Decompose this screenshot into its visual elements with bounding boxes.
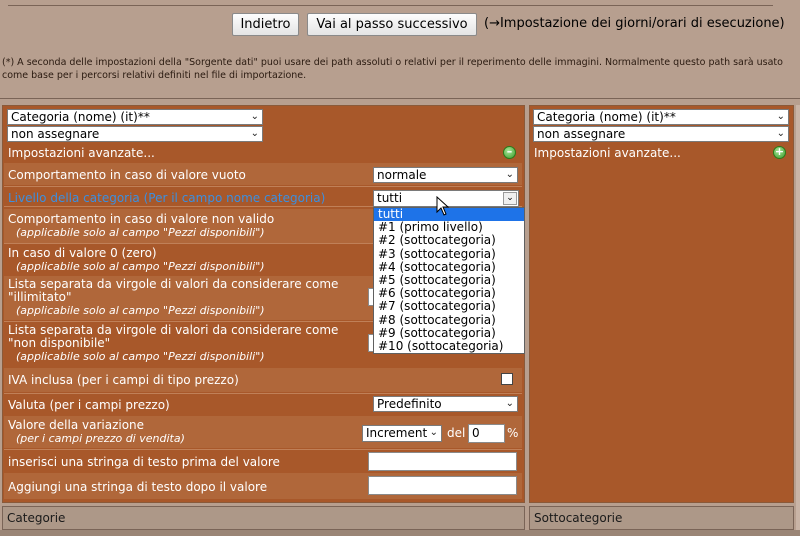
variation-unit-label: % — [507, 426, 519, 440]
mouse-cursor-icon — [436, 196, 450, 216]
prefix-input[interactable] — [368, 452, 517, 471]
row-divider — [4, 449, 522, 450]
unlimited-list-label: Lista separata da virgole di valori da c… — [8, 277, 339, 304]
next-step-description: (→Impostazione dei giorni/orari di esecu… — [484, 16, 785, 31]
collapse-icon[interactable]: – — [503, 146, 516, 159]
variation-of-label: del — [447, 426, 466, 440]
chevron-down-icon: ⌄ — [250, 128, 259, 139]
variation-amount-input[interactable]: 0 — [468, 424, 505, 443]
zero-value-sub: (applicabile solo al campo "Pezzi dispon… — [16, 260, 265, 273]
currency-select[interactable]: Predefinito ⌄ — [373, 396, 518, 412]
level-option[interactable]: #10 (sottocategoria) — [374, 339, 524, 353]
section-divider — [0, 98, 800, 99]
field-select[interactable]: Categoria (nome) (it)** ⌄ — [7, 109, 263, 125]
unlimited-list-sub: (applicabile solo al campo "Pezzi dispon… — [16, 304, 265, 317]
empty-value-select[interactable]: normale ⌄ — [373, 167, 518, 183]
suffix-label: Aggiungi una stringa di testo dopo il va… — [8, 480, 268, 494]
row-divider — [4, 186, 522, 187]
scroll-edge — [796, 105, 800, 536]
subcategory-mapping-panel — [529, 105, 794, 503]
zero-value-label: In caso di valore 0 (zero) — [8, 246, 157, 260]
right-advanced-settings-label[interactable]: Impostazioni avanzate... — [534, 146, 681, 160]
vat-checkbox[interactable] — [501, 373, 513, 385]
right-field-select[interactable]: Categoria (nome) (it)** ⌄ — [533, 109, 789, 125]
category-level-options: tutti #1 (primo livello) #2 (sottocategori… — [373, 207, 525, 354]
path-note: (*) A seconda delle impostazioni della "… — [2, 57, 783, 81]
unavailable-list-label: Lista separata da virgole di valori da c… — [8, 323, 339, 350]
wizard-nav: Indietro Vai al passo successivo (→Impos… — [0, 13, 800, 37]
category-level-label: Livello della categoria (Per il campo no… — [8, 191, 326, 205]
level-option[interactable]: #8 (sottocategoria) — [374, 313, 524, 327]
level-option[interactable]: #9 (sottocategoria) — [374, 326, 524, 340]
vat-label: IVA inclusa (per i campi di tipo prezzo) — [8, 373, 239, 387]
chevron-down-icon: ⌄ — [776, 128, 785, 139]
back-button[interactable]: Indietro — [232, 13, 299, 36]
column-header-subcategories: Sottocategorie — [529, 506, 794, 530]
right-assign-select[interactable]: non assegnare ⌄ — [533, 126, 789, 142]
variation-mode-select[interactable]: Increment ⌄ — [362, 425, 442, 442]
chevron-down-icon: ⌄ — [250, 111, 259, 122]
level-option[interactable]: #2 (sottocategoria) — [374, 234, 524, 247]
variation-label: Valore della variazione — [8, 418, 145, 432]
level-option[interactable]: #4 (sottocategoria) — [374, 260, 524, 274]
currency-label: Valuta (per i campi prezzo) — [8, 398, 170, 412]
next-step-button[interactable]: Vai al passo successivo — [307, 13, 477, 36]
variation-sub: (per i campi prezzo di vendita) — [16, 432, 185, 445]
suffix-input[interactable] — [368, 476, 517, 495]
assign-select[interactable]: non assegnare ⌄ — [7, 126, 263, 142]
row-divider — [4, 393, 522, 394]
chevron-down-icon: ⌄ — [776, 111, 785, 122]
chevron-down-icon: ⌄ — [505, 398, 514, 409]
top-divider — [8, 5, 773, 6]
advanced-settings-label[interactable]: Impostazioni avanzate... — [8, 146, 155, 160]
unavailable-list-sub: (applicabile solo al campo "Pezzi dispon… — [16, 350, 265, 363]
level-option[interactable]: #7 (sottocategoria) — [374, 300, 524, 313]
invalid-value-sub: (applicabile solo al campo "Pezzi dispon… — [16, 226, 265, 239]
level-option[interactable]: #3 (sottocategoria) — [374, 247, 524, 261]
chevron-down-icon: ⌄ — [505, 169, 514, 180]
bottom-strip — [0, 530, 800, 536]
prefix-label: inserisci una stringa di testo prima del… — [8, 455, 280, 469]
chevron-down-icon: ⌄ — [429, 427, 438, 438]
column-header-categories: Categorie — [2, 506, 525, 530]
empty-value-label: Comportamento in caso di valore vuoto — [8, 168, 246, 182]
chevron-down-icon: ⌄ — [503, 192, 517, 205]
expand-icon[interactable]: + — [773, 146, 786, 159]
invalid-value-label: Comportamento in caso di valore non vali… — [8, 212, 275, 226]
